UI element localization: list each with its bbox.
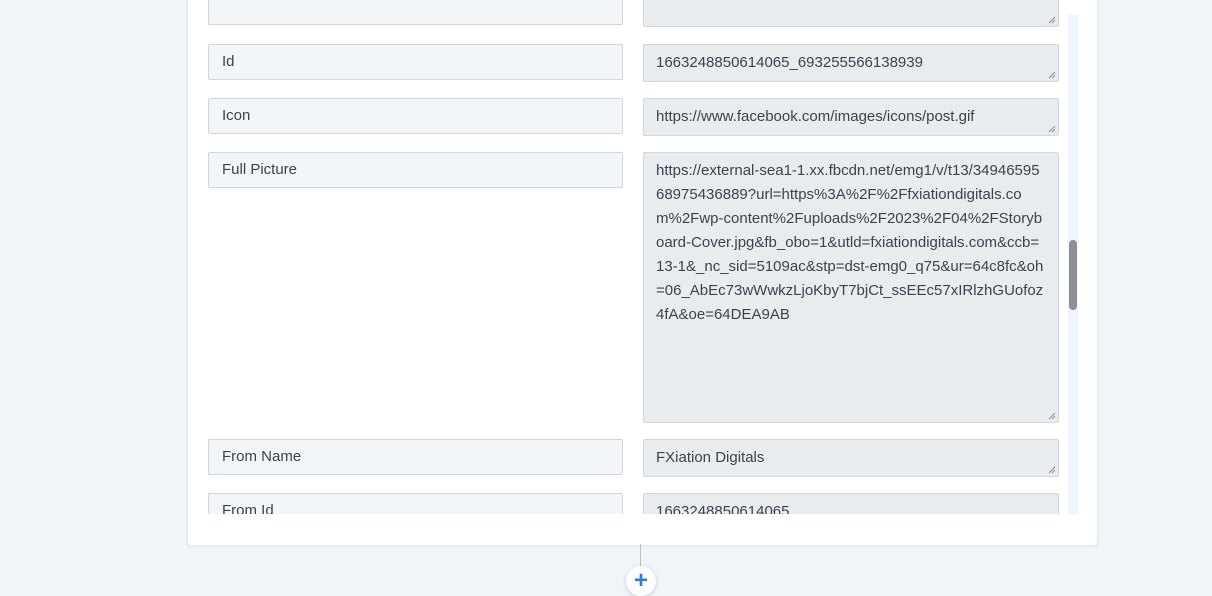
value-field-0[interactable] [643,0,1059,27]
value-field-id[interactable]: 1663248850614065_693255566138939 [643,44,1059,82]
label-field-from-name[interactable]: From Name [208,439,623,475]
label-field-full-picture[interactable]: Full Picture [208,152,623,188]
label-field-0[interactable] [208,0,623,25]
resize-grip-icon[interactable] [1047,70,1056,79]
label-text-id: Id [222,53,235,70]
value-field-icon[interactable]: https://www.facebook.com/images/icons/po… [643,98,1059,136]
resize-grip-icon[interactable] [1047,411,1056,420]
value-text-from-name: FXiation Digitals [656,449,765,466]
value-field-from-id[interactable]: 1663248850614065 [643,493,1059,514]
label-text-full-picture: Full Picture [222,161,298,178]
value-text-id: 1663248850614065_693255566138939 [656,54,923,71]
field-mapping-card: Id 1663248850614065_693255566138939 Icon… [187,0,1098,546]
label-field-id[interactable]: Id [208,44,623,80]
value-text-icon: https://www.facebook.com/images/icons/po… [656,108,975,125]
label-text-icon: Icon [222,107,251,124]
scrollbar-track[interactable] [1068,15,1078,514]
value-text-full-picture: https://external-sea1-1.xx.fbcdn.net/emg… [656,162,1044,323]
value-text-from-id: 1663248850614065 [656,503,790,514]
label-text-from-name: From Name [222,448,302,465]
value-field-from-name[interactable]: FXiation Digitals [643,439,1059,477]
label-field-icon[interactable]: Icon [208,98,623,134]
plus-icon: + [633,567,648,594]
value-field-full-picture[interactable]: https://external-sea1-1.xx.fbcdn.net/emg… [643,152,1059,423]
label-text-from-id: From Id [222,502,274,514]
resize-grip-icon[interactable] [1047,124,1056,133]
label-field-from-id[interactable]: From Id [208,493,623,514]
resize-grip-icon[interactable] [1047,465,1056,474]
field-mapping-list[interactable]: Id 1663248850614065_693255566138939 Icon… [188,0,1068,514]
resize-grip-icon[interactable] [1047,15,1056,24]
scrollbar-thumb[interactable] [1069,240,1077,310]
